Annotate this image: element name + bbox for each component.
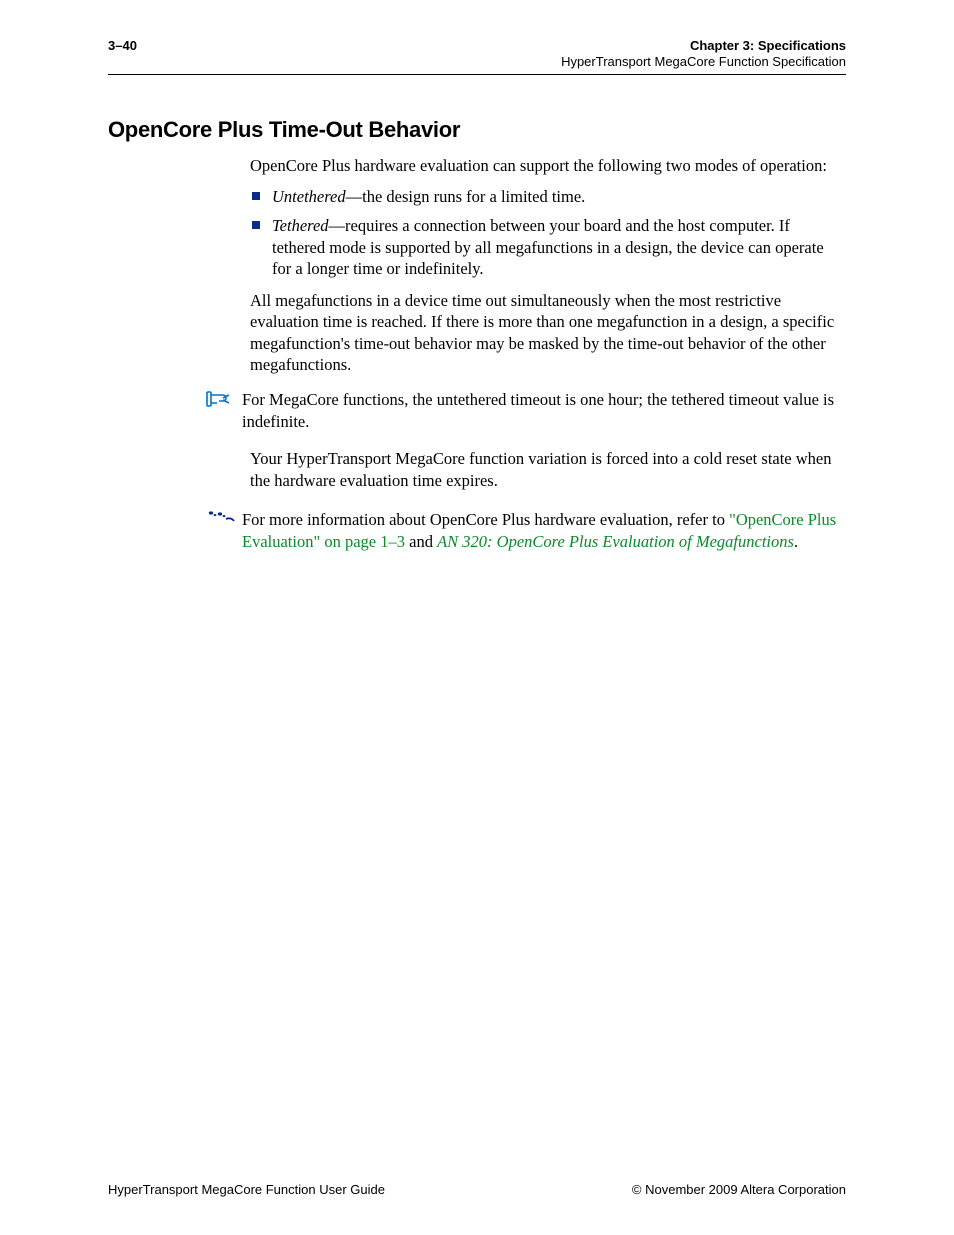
body-block-2: Your HyperTransport MegaCore function va… <box>250 448 846 491</box>
footer-right: © November 2009 Altera Corporation <box>632 1182 846 1197</box>
bullet-item-untethered: Untethered—the design runs for a limited… <box>250 186 846 207</box>
hand-point-icon <box>206 389 242 409</box>
reset-paragraph: Your HyperTransport MegaCore function va… <box>250 448 846 491</box>
bullet-term: Untethered <box>272 187 346 206</box>
note-text: For MegaCore functions, the untethered t… <box>242 389 846 432</box>
timeout-paragraph: All megafunctions in a device time out s… <box>250 290 846 376</box>
xref-row: For more information about OpenCore Plus… <box>108 509 846 552</box>
xref-link-an320[interactable]: AN 320: OpenCore Plus Evaluation of Mega… <box>437 532 794 551</box>
bullet-rest: —the design runs for a limited time. <box>346 187 586 206</box>
page-footer: HyperTransport MegaCore Function User Gu… <box>108 1182 846 1197</box>
bullet-item-tethered: Tethered—requires a connection between y… <box>250 215 846 279</box>
bullet-list: Untethered—the design runs for a limited… <box>250 186 846 280</box>
xref-text: For more information about OpenCore Plus… <box>242 509 846 552</box>
page-header: 3–40 Chapter 3: Specifications HyperTran… <box>108 38 846 75</box>
chapter-title: Chapter 3: Specifications <box>561 38 846 54</box>
intro-paragraph: OpenCore Plus hardware evaluation can su… <box>250 155 846 176</box>
footsteps-icon <box>206 509 242 532</box>
page: 3–40 Chapter 3: Specifications HyperTran… <box>0 0 954 1235</box>
page-number: 3–40 <box>108 38 137 53</box>
chapter-header: Chapter 3: Specifications HyperTransport… <box>561 38 846 71</box>
body-block: OpenCore Plus hardware evaluation can su… <box>250 155 846 376</box>
bullet-rest: —requires a connection between your boar… <box>272 216 824 278</box>
xref-prefix: For more information about OpenCore Plus… <box>242 510 729 529</box>
xref-suffix: . <box>794 532 798 551</box>
note-row: For MegaCore functions, the untethered t… <box>108 389 846 432</box>
bullet-term: Tethered <box>272 216 329 235</box>
xref-and: and <box>405 532 437 551</box>
section-heading: OpenCore Plus Time-Out Behavior <box>108 117 846 143</box>
chapter-subtitle: HyperTransport MegaCore Function Specifi… <box>561 54 846 70</box>
footer-left: HyperTransport MegaCore Function User Gu… <box>108 1182 385 1197</box>
